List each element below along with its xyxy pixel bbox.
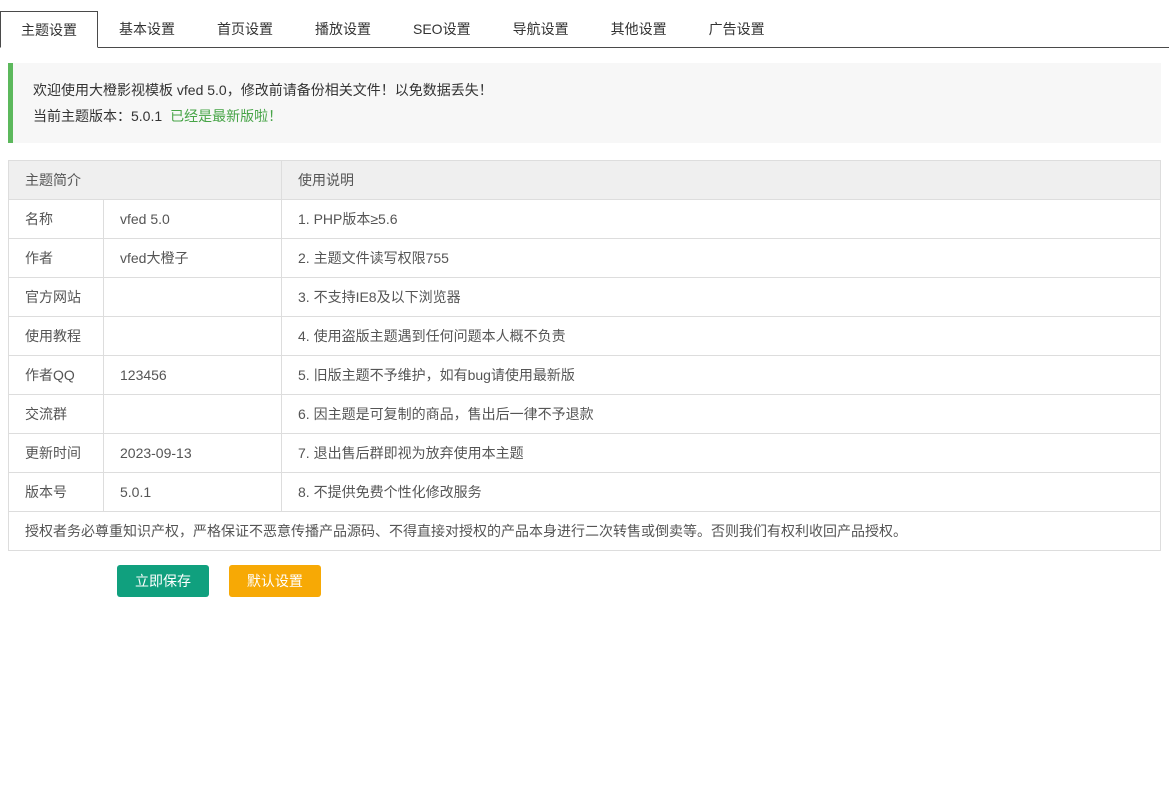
theme-info-table: 主题简介 使用说明 名称 vfed 5.0 1. PHP版本≥5.6 作者 vf… — [8, 160, 1161, 551]
row-value — [104, 278, 282, 317]
version-value: 5.0.1 — [131, 108, 162, 124]
row-value: 2023-09-13 — [104, 434, 282, 473]
row-value: vfed大橙子 — [104, 239, 282, 278]
table-row: 名称 vfed 5.0 1. PHP版本≥5.6 — [9, 200, 1161, 239]
table-header-row: 主题简介 使用说明 — [9, 161, 1161, 200]
row-value: vfed 5.0 — [104, 200, 282, 239]
tab-home-settings[interactable]: 首页设置 — [196, 10, 294, 47]
table-row: 作者QQ 123456 5. 旧版主题不予维护，如有bug请使用最新版 — [9, 356, 1161, 395]
notice-line2: 当前主题版本：5.0.1 已经是最新版啦！ — [33, 103, 1141, 129]
table-row: 版本号 5.0.1 8. 不提供免费个性化修改服务 — [9, 473, 1161, 512]
table-row: 作者 vfed大橙子 2. 主题文件读写权限755 — [9, 239, 1161, 278]
tab-other-settings[interactable]: 其他设置 — [590, 10, 688, 47]
row-label: 官方网站 — [9, 278, 104, 317]
row-instruction: 2. 主题文件读写权限755 — [282, 239, 1161, 278]
info-table-body: 名称 vfed 5.0 1. PHP版本≥5.6 作者 vfed大橙子 2. 主… — [9, 200, 1161, 512]
tab-theme-settings[interactable]: 主题设置 — [0, 11, 98, 48]
row-instruction: 1. PHP版本≥5.6 — [282, 200, 1161, 239]
notice-line1: 欢迎使用大橙影视模板 vfed 5.0，修改前请备份相关文件！以免数据丢失！ — [33, 77, 1141, 103]
table-row: 交流群 6. 因主题是可复制的商品，售出后一律不予退款 — [9, 395, 1161, 434]
version-label: 当前主题版本： — [33, 108, 131, 124]
tab-nav-settings[interactable]: 导航设置 — [492, 10, 590, 47]
tab-basic-settings[interactable]: 基本设置 — [98, 10, 196, 47]
row-instruction: 8. 不提供免费个性化修改服务 — [282, 473, 1161, 512]
row-value — [104, 395, 282, 434]
latest-version-status: 已经是最新版啦！ — [170, 108, 282, 124]
tab-bar: 主题设置基本设置首页设置播放设置SEO设置导航设置其他设置广告设置 — [0, 0, 1169, 48]
table-row: 官方网站 3. 不支持IE8及以下浏览器 — [9, 278, 1161, 317]
row-value: 5.0.1 — [104, 473, 282, 512]
settings-panel: 欢迎使用大橙影视模板 vfed 5.0，修改前请备份相关文件！以免数据丢失！ 当… — [8, 63, 1161, 597]
row-instruction: 6. 因主题是可复制的商品，售出后一律不予退款 — [282, 395, 1161, 434]
default-settings-button[interactable]: 默认设置 — [229, 565, 321, 597]
row-label: 名称 — [9, 200, 104, 239]
table-header-usage: 使用说明 — [282, 161, 1161, 200]
row-instruction: 4. 使用盗版主题遇到任何问题本人概不负责 — [282, 317, 1161, 356]
row-label: 版本号 — [9, 473, 104, 512]
save-button[interactable]: 立即保存 — [117, 565, 209, 597]
action-buttons: 立即保存 默认设置 — [117, 565, 1161, 597]
row-label: 作者 — [9, 239, 104, 278]
tab-ad-settings[interactable]: 广告设置 — [688, 10, 786, 47]
row-label: 作者QQ — [9, 356, 104, 395]
license-note: 授权者务必尊重知识产权，严格保证不恶意传播产品源码、不得直接对授权的产品本身进行… — [9, 512, 1161, 551]
row-value: 123456 — [104, 356, 282, 395]
notice-box: 欢迎使用大橙影视模板 vfed 5.0，修改前请备份相关文件！以免数据丢失！ 当… — [8, 63, 1161, 143]
row-label: 交流群 — [9, 395, 104, 434]
table-header-intro: 主题简介 — [9, 161, 282, 200]
row-instruction: 5. 旧版主题不予维护，如有bug请使用最新版 — [282, 356, 1161, 395]
table-row: 使用教程 4. 使用盗版主题遇到任何问题本人概不负责 — [9, 317, 1161, 356]
table-row: 更新时间 2023-09-13 7. 退出售后群即视为放弃使用本主题 — [9, 434, 1161, 473]
row-instruction: 7. 退出售后群即视为放弃使用本主题 — [282, 434, 1161, 473]
row-label: 更新时间 — [9, 434, 104, 473]
row-label: 使用教程 — [9, 317, 104, 356]
row-instruction: 3. 不支持IE8及以下浏览器 — [282, 278, 1161, 317]
tab-player-settings[interactable]: 播放设置 — [294, 10, 392, 47]
table-footer-row: 授权者务必尊重知识产权，严格保证不恶意传播产品源码、不得直接对授权的产品本身进行… — [9, 512, 1161, 551]
row-value — [104, 317, 282, 356]
tab-seo-settings[interactable]: SEO设置 — [392, 10, 492, 47]
